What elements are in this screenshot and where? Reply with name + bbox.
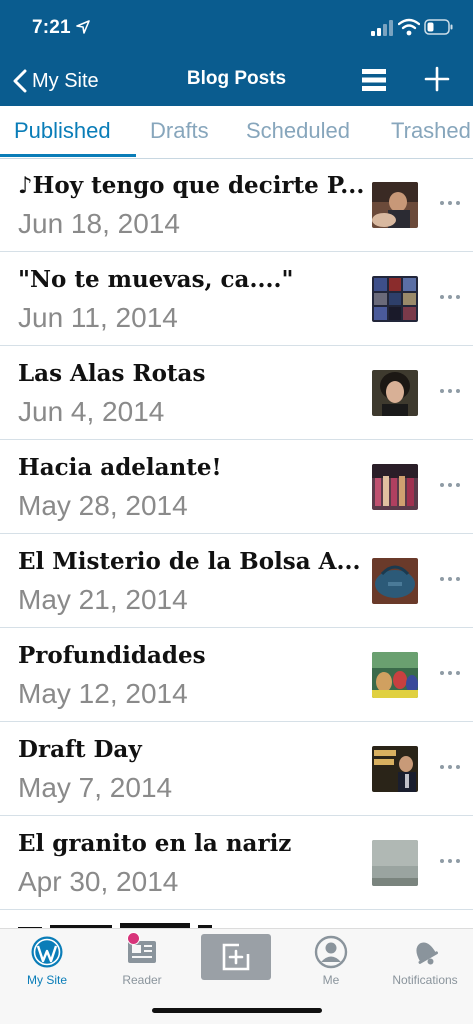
post-list: ♪Hoy tengo que decirte P... Jun 18, 2014… — [0, 158, 473, 928]
more-options-button[interactable] — [434, 658, 466, 688]
status-time: 7:21 — [32, 17, 71, 38]
tab-trashed[interactable]: Trashed — [391, 118, 471, 144]
post-date: Jun 4, 2014 — [18, 396, 165, 427]
tab-scheduled[interactable]: Scheduled — [246, 118, 350, 144]
post-title: Profundidades — [18, 642, 206, 669]
post-row[interactable]: "No te muevas, ca...." Jun 11, 2014 — [0, 252, 473, 346]
post-date: May 7, 2014 — [18, 772, 173, 803]
cellular-signal-icon — [371, 20, 393, 36]
more-options-button[interactable] — [434, 282, 466, 312]
post-thumbnail — [372, 464, 418, 510]
battery-icon — [424, 19, 453, 35]
post-row[interactable]: Hacia adelante! May 28, 2014 — [0, 440, 473, 534]
tab-label: Reader — [122, 973, 162, 987]
post-title: Las Alas Rotas — [18, 360, 206, 387]
post-title: ♪Hoy tengo que decirte P... — [18, 172, 365, 199]
status-bar: 7:21 — [0, 0, 473, 56]
wordpress-logo-icon — [31, 936, 63, 968]
post-row[interactable]: Draft Day May 7, 2014 — [0, 722, 473, 816]
more-options-button[interactable] — [434, 470, 466, 500]
post-thumbnail — [372, 840, 418, 886]
post-thumbnail — [372, 558, 418, 604]
location-arrow-icon — [76, 20, 90, 34]
tab-reader[interactable]: Reader — [95, 935, 189, 987]
tab-label: My Site — [26, 973, 67, 987]
post-date: Apr 30, 2014 — [18, 866, 179, 897]
post-date: May 12, 2014 — [18, 678, 188, 709]
post-date: Jun 11, 2014 — [18, 302, 178, 333]
post-thumbnail — [372, 182, 418, 228]
post-row[interactable]: El granito en la nariz Apr 30, 2014 — [0, 816, 473, 910]
post-title: Hacia adelante! — [18, 454, 222, 481]
post-thumbnail — [372, 370, 418, 416]
tab-drafts[interactable]: Drafts — [150, 118, 209, 144]
tab-label: Notifications — [392, 973, 458, 987]
tab-notifications[interactable]: Notifications — [378, 935, 472, 987]
tab-my-site[interactable]: My Site — [0, 935, 94, 987]
write-post-button[interactable] — [201, 934, 271, 980]
back-button[interactable]: My Site — [12, 66, 99, 96]
top-bar: 7:21 My Site Blog Posts — [0, 0, 473, 106]
wifi-icon — [398, 18, 420, 36]
post-thumbnail — [372, 276, 418, 322]
chevron-left-icon — [13, 69, 27, 93]
post-date: May 21, 2014 — [18, 584, 188, 615]
post-status-tabs: Published Drafts Scheduled Trashed — [0, 106, 473, 159]
more-options-button[interactable] — [434, 376, 466, 406]
post-row[interactable]: Las Alas Rotas Jun 4, 2014 — [0, 346, 473, 440]
navigation-bar: My Site Blog Posts — [0, 56, 473, 106]
new-post-icon — [222, 943, 250, 971]
back-label: My Site — [32, 69, 99, 92]
post-date: May 28, 2014 — [18, 490, 188, 521]
more-options-button[interactable] — [434, 846, 466, 876]
list-view-icon[interactable] — [360, 67, 388, 93]
post-title: El Misterio de la Bolsa A... — [18, 548, 361, 575]
add-post-icon[interactable] — [422, 64, 452, 94]
post-date: Jun 18, 2014 — [18, 208, 180, 239]
tab-me[interactable]: Me — [284, 935, 378, 987]
more-options-button[interactable] — [434, 564, 466, 594]
unread-badge — [127, 932, 140, 945]
active-tab-indicator — [0, 154, 136, 157]
more-options-button[interactable] — [434, 752, 466, 782]
post-title: El granito en la nariz — [18, 830, 292, 857]
tab-published[interactable]: Published — [14, 118, 111, 144]
more-options-button[interactable] — [434, 188, 466, 218]
post-row[interactable]: El Misterio de la Bolsa A... May 21, 201… — [0, 534, 473, 628]
post-row[interactable]: ♪Hoy tengo que decirte P... Jun 18, 2014 — [0, 158, 473, 252]
profile-icon — [314, 935, 348, 969]
tab-label: Me — [322, 973, 340, 987]
notifications-bell-icon — [416, 942, 438, 965]
post-thumbnail — [372, 652, 418, 698]
post-row[interactable]: Profundidades May 12, 2014 — [0, 628, 473, 722]
post-title: "No te muevas, ca...." — [18, 266, 294, 293]
post-title: Draft Day — [18, 736, 142, 763]
home-indicator — [152, 1008, 322, 1013]
post-thumbnail — [372, 746, 418, 792]
